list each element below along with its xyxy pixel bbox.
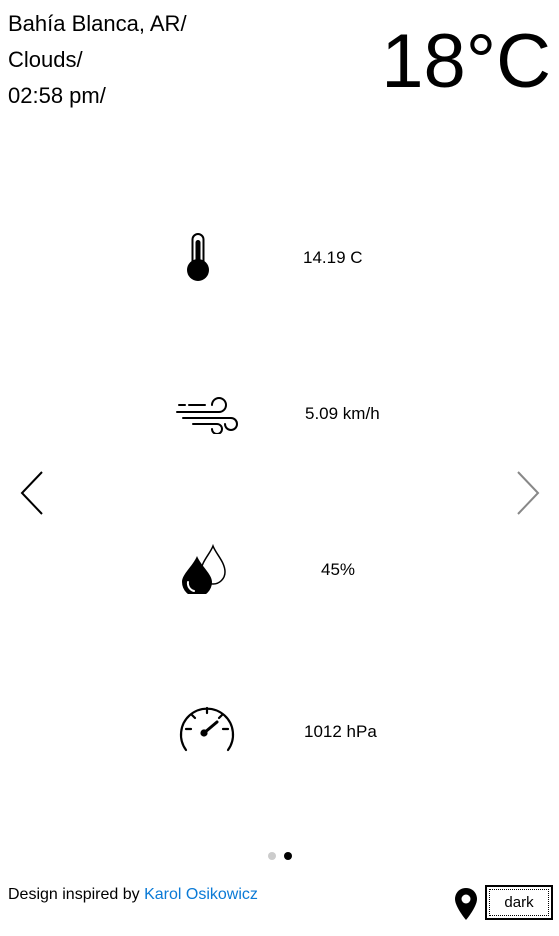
carousel-dot-1[interactable] xyxy=(268,852,276,860)
credit-author-link[interactable]: Karol Osikowicz xyxy=(144,886,258,903)
city-label: Bahía Blanca, AR/ xyxy=(8,11,187,36)
location-button[interactable] xyxy=(454,887,478,921)
carousel-pagination xyxy=(268,847,300,865)
current-temperature: 18°C xyxy=(381,19,551,104)
carousel-prev-button[interactable] xyxy=(19,470,45,516)
humidity-row: 45% xyxy=(0,542,559,599)
pressure-value: 1012 hPa xyxy=(304,722,377,741)
wind-row: 5.09 km/h xyxy=(0,390,559,436)
carousel-dot-2-active[interactable] xyxy=(284,852,292,860)
temperature-row: 14.19 C xyxy=(0,232,559,284)
temperature-value: 14.19 C xyxy=(303,248,363,267)
time-label: 02:58 pm/ xyxy=(8,83,106,108)
design-credit: Design inspired by Karol Osikowicz xyxy=(8,886,258,904)
humidity-value: 45% xyxy=(321,560,356,579)
location-block: Bahía Blanca, AR/ Clouds/ 02:58 pm/ xyxy=(8,6,187,114)
pressure-gauge-icon xyxy=(177,704,237,759)
wind-icon xyxy=(175,392,241,439)
chevron-right-icon xyxy=(517,471,540,515)
wind-value: 5.09 km/h xyxy=(305,404,380,423)
humidity-drops-icon xyxy=(180,543,228,599)
carousel-next-button[interactable] xyxy=(515,470,541,516)
pressure-row: 1012 hPa xyxy=(0,704,559,756)
theme-toggle-button[interactable]: dark xyxy=(485,885,553,920)
condition-label: Clouds/ xyxy=(8,47,83,72)
credit-prefix: Design inspired by xyxy=(8,886,145,903)
thermometer-icon xyxy=(185,232,211,287)
chevron-left-icon xyxy=(20,471,43,515)
map-pin-icon xyxy=(455,888,477,920)
